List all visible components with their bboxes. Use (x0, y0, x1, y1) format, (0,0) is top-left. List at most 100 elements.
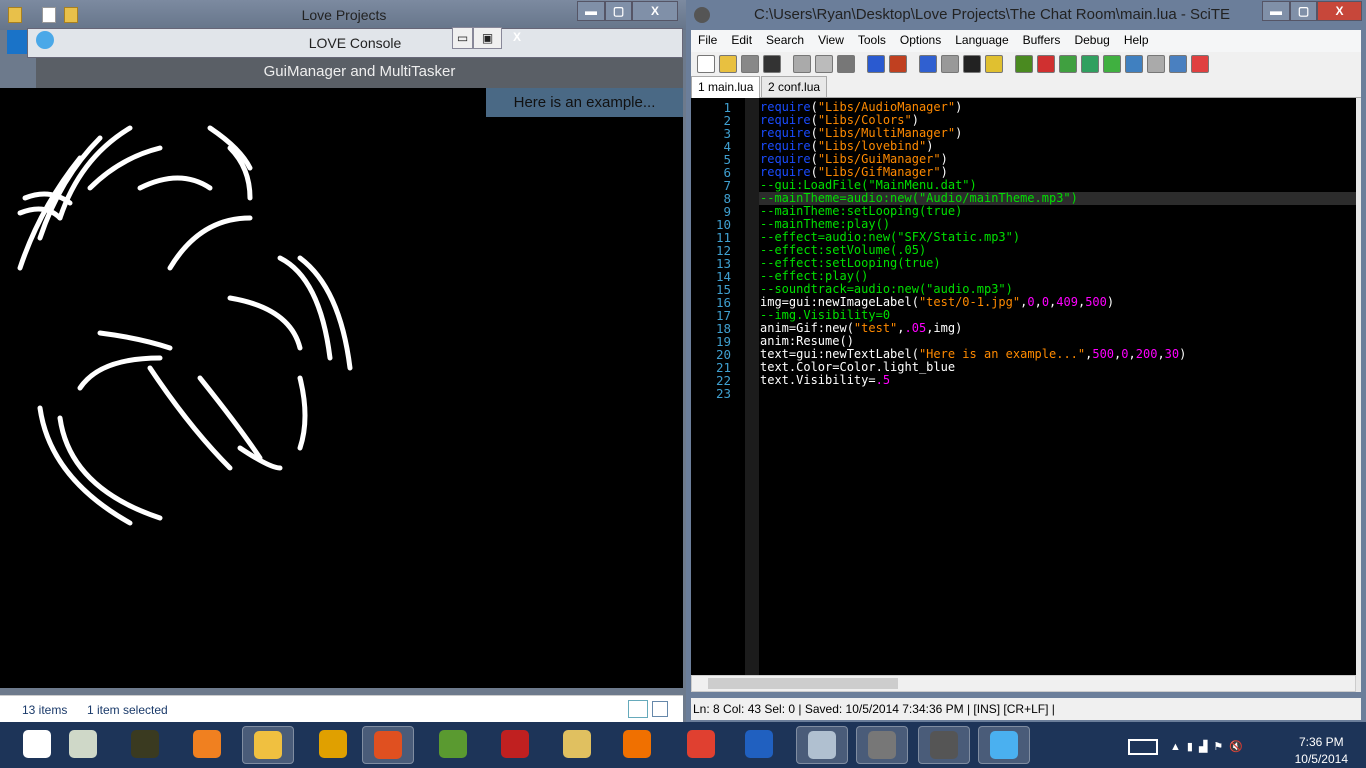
code-token: require (760, 126, 811, 140)
love-canvas[interactable] (0, 88, 683, 688)
menu-options[interactable]: Options (893, 30, 948, 52)
code-token: --mainTheme:play() (760, 217, 891, 231)
vertical-scrollbar[interactable] (1356, 98, 1361, 692)
code-token: "Libs/GuiManager" (817, 152, 941, 166)
redo-icon[interactable] (1103, 55, 1121, 73)
minimize-button[interactable]: ▬ (577, 1, 605, 21)
maximize-button[interactable]: ▢ (605, 1, 632, 21)
red-app-icon (501, 730, 529, 758)
print-icon[interactable] (763, 55, 781, 73)
open-icon[interactable] (719, 55, 737, 73)
details-view-icon[interactable] (628, 700, 648, 718)
taskbar-vlc[interactable] (612, 726, 664, 764)
scite-maximize-button[interactable]: ▢ (1290, 1, 1317, 21)
taskbar-crossed-app[interactable] (182, 726, 234, 764)
menu-file[interactable]: File (691, 30, 724, 52)
line-number: 23 (715, 386, 731, 401)
menu-help[interactable]: Help (1117, 30, 1156, 52)
shuffle-icon[interactable] (1081, 55, 1099, 73)
taskbar-gimp[interactable] (918, 726, 970, 764)
taskbar-aimp[interactable] (308, 726, 360, 764)
code-token: --effect:setLooping(true) (760, 256, 941, 270)
file-explorer-icon (254, 731, 282, 759)
find-icon[interactable] (867, 55, 885, 73)
menu-view[interactable]: View (811, 30, 851, 52)
new-icon[interactable] (697, 55, 715, 73)
stop-icon[interactable] (941, 55, 959, 73)
taskbar-task-view[interactable] (12, 726, 64, 764)
love-close-button[interactable]: X (502, 27, 532, 49)
console-icon[interactable] (963, 55, 981, 73)
keyboard-icon[interactable] (1128, 739, 1158, 755)
taskbar-scite[interactable] (856, 726, 908, 764)
flag-icon[interactable] (1037, 55, 1055, 73)
menu-search[interactable]: Search (759, 30, 811, 52)
code-token: text.Visibility= (760, 373, 876, 387)
love-console-title: LOVE Console (308, 35, 402, 51)
scite-icon (868, 731, 896, 759)
eye-icon[interactable] (1125, 55, 1143, 73)
cut-icon[interactable] (793, 55, 811, 73)
scite-minimize-button[interactable]: ▬ (1262, 1, 1290, 21)
fold-margin[interactable] (745, 98, 759, 675)
code-token: anim:Resume() (760, 334, 854, 348)
scrollbar-thumb[interactable] (708, 678, 898, 689)
code-token: require (760, 100, 811, 114)
file-tab[interactable] (7, 30, 27, 54)
tab-conf-lua[interactable]: 2 conf.lua (761, 76, 828, 98)
crossed-app-icon (193, 730, 221, 758)
menu-buffers[interactable]: Buffers (1016, 30, 1068, 52)
code-token: "Libs/MultiManager" (817, 126, 956, 140)
taskbar-minecraft[interactable] (428, 726, 480, 764)
menu-tools[interactable]: Tools (851, 30, 893, 52)
code-line: text.Visibility=.5 (760, 374, 890, 387)
scite-close-button[interactable]: X (1317, 1, 1362, 21)
code-token: ) (940, 152, 948, 166)
taskbar-game-app[interactable] (120, 726, 172, 764)
taskbar-red-app[interactable] (490, 726, 542, 764)
taskbar-love[interactable] (978, 726, 1030, 764)
paste-icon[interactable] (837, 55, 855, 73)
tray-icons[interactable]: ▲▮▟⚑🔇 (1170, 740, 1249, 753)
explorer-title-bar: Love Projects ▬ ▢ X (0, 0, 688, 30)
code-token: ) (955, 126, 963, 140)
horizontal-scrollbar[interactable] (691, 675, 1356, 692)
save-icon[interactable] (741, 55, 759, 73)
code-editor[interactable]: 1 require("Libs/AudioManager") 2 require("L… (691, 98, 1356, 675)
taskbar-monitor-app[interactable] (796, 726, 848, 764)
bug-icon[interactable] (1015, 55, 1033, 73)
taskbar-chrome[interactable] (676, 726, 728, 764)
taskbar-firefox-like[interactable] (362, 726, 414, 764)
export-icon[interactable] (1169, 55, 1187, 73)
code-token: "Here is an example..." (918, 347, 1086, 361)
buffer-tabs: 1 main.lua 2 conf.lua (691, 76, 1361, 98)
code-token: ( (810, 126, 818, 140)
menu-debug[interactable]: Debug (1067, 30, 1116, 52)
tab-main-lua[interactable]: 1 main.lua (691, 76, 761, 98)
code-token: require (760, 152, 811, 166)
scite-title: C:\Users\Ryan\Desktop\Love Projects\The … (754, 6, 1231, 23)
large-icons-view-icon[interactable] (652, 701, 668, 717)
run-icon[interactable] (919, 55, 937, 73)
calculator-icon[interactable] (1147, 55, 1165, 73)
taskbar-shovel-app[interactable] (552, 726, 604, 764)
copy-icon[interactable] (815, 55, 833, 73)
taskbar-file-explorer[interactable] (242, 726, 294, 764)
build-icon[interactable] (985, 55, 1003, 73)
menu-language[interactable]: Language (948, 30, 1015, 52)
love-minimize-button[interactable]: ▭ (452, 27, 473, 49)
taskbar-notepad-app[interactable] (58, 726, 110, 764)
game-app-icon (131, 730, 159, 758)
love-console-title-bar: LOVE Console ▭ ▣ X (27, 27, 683, 58)
replace-icon[interactable] (889, 55, 907, 73)
clock-date: 10/5/2014 (1294, 752, 1348, 766)
stop-sign-icon[interactable] (1191, 55, 1209, 73)
love-maximize-button[interactable]: ▣ (473, 27, 502, 49)
clock[interactable]: 7:36 PM 10/5/2014 (1295, 734, 1348, 768)
taskbar-blue-app[interactable] (734, 726, 786, 764)
arrow-right-icon[interactable] (1059, 55, 1077, 73)
taskbar (0, 722, 1366, 768)
close-button[interactable]: X (632, 1, 678, 21)
menu-edit[interactable]: Edit (724, 30, 759, 52)
code-token: 0 (1121, 347, 1129, 361)
